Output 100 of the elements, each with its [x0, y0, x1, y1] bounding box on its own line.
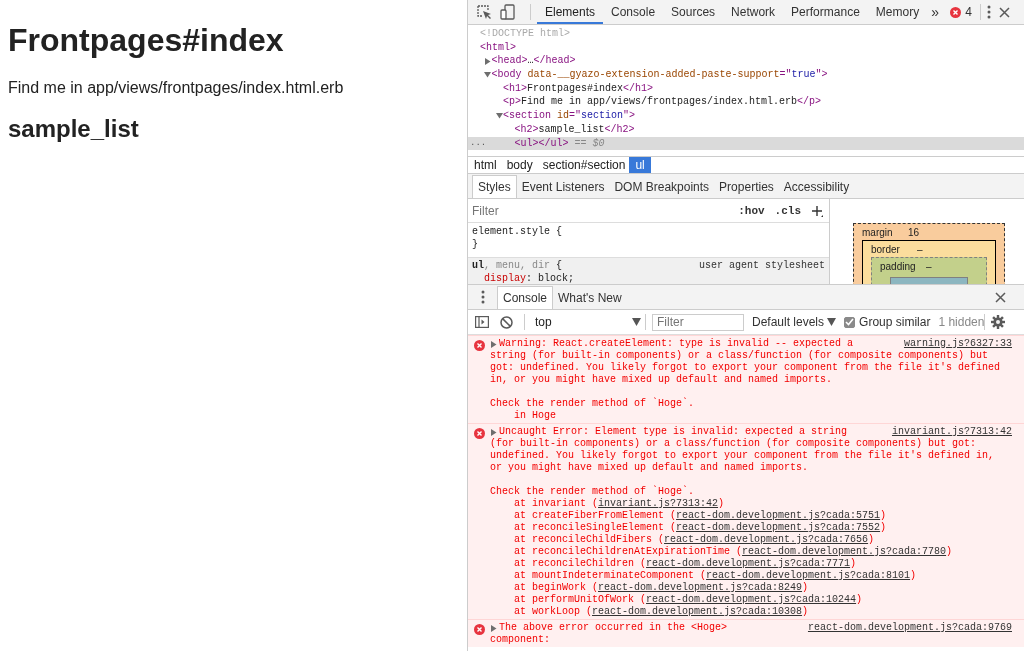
settings-icon[interactable] [991, 315, 1006, 329]
error-count[interactable]: 4 [965, 5, 972, 19]
box-value: – [926, 260, 932, 274]
panel-tab[interactable]: Console [603, 0, 664, 24]
source-link[interactable]: react-dom.development.js?cada:5751 [676, 510, 881, 521]
page-heading: Frontpages#index [8, 22, 285, 59]
error-icon [474, 428, 485, 439]
dom-node[interactable]: <h2>sample_list</h2> [514, 122, 635, 137]
menu-icon[interactable] [987, 5, 991, 19]
source-link[interactable]: react-dom.development.js?cada:10308 [592, 606, 803, 617]
panel-tab[interactable]: Performance [783, 0, 868, 24]
box-value: – [917, 243, 923, 257]
dom-node[interactable]: <p>Find me in app/views/frontpages/index.html.erb</p> [503, 95, 822, 110]
breadcrumb[interactable]: section#section [536, 157, 630, 173]
checkbox-label[interactable]: Group similar [859, 315, 931, 329]
box-label: border [871, 243, 901, 257]
expand-arrow-icon[interactable] [490, 624, 497, 632]
css-selector: ul, menu, dir { [472, 259, 563, 272]
dom-node[interactable]: <html> [480, 40, 516, 55]
source-link[interactable]: react-dom.development.js?cada:7656 [664, 534, 869, 545]
stack-frame: at reconcileChildrenAtExpirationTime (react-dom.development.js?cada:7780) [490, 546, 1012, 558]
message-text: string (for built-in components) or a class/function (for composite components) but got: undefined. You likely forgot to export your component from the file it's defined in, or you might have mixed up default and named imports. Check the render method of `Hoge`. in Hoge [490, 350, 1002, 422]
sidebar-tab[interactable]: Accessibility [778, 176, 855, 198]
stack-frame: at mountIndeterminateComponent (react-dom.development.js?cada:8101) [490, 570, 1012, 582]
add-icon[interactable] [811, 204, 823, 217]
class-button[interactable]: .cls [774, 204, 801, 217]
stack-frame: at createFiberFromElement (react-dom.development.js?cada:5751) [490, 510, 1012, 522]
message-text: Uncaught Error: Element type is invalid: expected a string [499, 426, 849, 438]
dom-node[interactable]: <body data-__gyazo-extension-added-paste-support="true"> [491, 68, 828, 82]
context-select[interactable]: top [531, 315, 645, 329]
source-link[interactable]: react-dom.development.js?cada:10244 [646, 594, 857, 605]
message-text: component: [490, 634, 551, 646]
panel-tab[interactable]: Sources [663, 0, 724, 24]
sidebar-tab[interactable]: Properties [714, 176, 779, 198]
levels-dropdown[interactable]: Default levels [752, 315, 837, 329]
sidebar-tab[interactable]: Styles [472, 175, 517, 198]
menu-icon[interactable] [481, 290, 485, 304]
stack-frame: at invariant (invariant.js?7313:42) [490, 498, 1012, 510]
more-tabs-button[interactable]: » [927, 0, 943, 24]
source-link[interactable]: react-dom.development.js?cada:7552 [676, 522, 881, 533]
sidebar-tab[interactable]: Event Listeners [516, 176, 610, 198]
css-selector: element.style { [472, 225, 563, 238]
dom-node[interactable]: <h1>Frontpages#index</h1> [503, 81, 654, 96]
source-link[interactable]: invariant.js?7313:42 [891, 426, 1012, 438]
sidebar-icon[interactable] [475, 316, 489, 328]
source-link[interactable]: invariant.js?7313:42 [598, 498, 719, 509]
caret-icon [632, 318, 641, 326]
css-declaration: } [472, 238, 479, 251]
dom-node[interactable]: <section id="section"> [503, 109, 636, 123]
breadcrumb[interactable]: body [500, 157, 537, 173]
panel-tab[interactable]: Network [723, 0, 784, 24]
filter-field[interactable]: Filter [472, 203, 739, 218]
source-link[interactable]: react-dom.development.js?cada:9769 [807, 622, 1012, 634]
more-options-button[interactable]: ... [470, 136, 487, 151]
source-link[interactable]: react-dom.development.js?cada:7771 [646, 558, 851, 569]
clear-icon[interactable] [500, 315, 513, 329]
page-paragraph: Find me in app/views/frontpages/index.html.erb [8, 79, 345, 97]
box-label: padding [880, 260, 917, 274]
panel-tab[interactable]: Elements [537, 0, 604, 24]
expand-arrow-icon[interactable] [484, 71, 491, 79]
stack-frame: at reconcileChildren (react-dom.development.js?cada:7771) [490, 558, 1012, 570]
panel-tab[interactable]: Memory [867, 0, 928, 24]
stack-frame: at reconcileSingleElement (react-dom.development.js?cada:7552) [490, 522, 1012, 534]
source-link[interactable]: react-dom.development.js?cada:8101 [706, 570, 911, 581]
expand-arrow-icon[interactable] [484, 57, 491, 65]
expand-arrow-icon[interactable] [495, 112, 503, 120]
hover-state-button[interactable]: :hov [738, 204, 765, 217]
error-icon [474, 624, 485, 635]
sidebar-tab[interactable]: DOM Breakpoints [609, 176, 715, 198]
stack-frame: at workLoop (react-dom.development.js?cada:10308) [490, 606, 1012, 618]
box-label: margin [862, 226, 894, 240]
error-icon [474, 340, 485, 351]
caret-icon [827, 318, 837, 326]
message-text: (for built-in components) or a class/function (for composite components) but got: undefined. You likely forgot to export your component from the file it's defined in, or you might have mixed up default and named imports. Check the render method of `Hoge`. [490, 438, 996, 498]
source-link[interactable]: react-dom.development.js?cada:8249 [598, 582, 803, 593]
error-icon [950, 6, 962, 18]
page-subheading: sample_list [8, 115, 140, 143]
source-link[interactable]: react-dom.development.js?cada:7780 [742, 546, 947, 557]
hidden-count: 1 hidden [938, 315, 985, 329]
css-declaration: display: block; [483, 272, 576, 284]
message-text: The above error occurred in the <Hoge> [499, 622, 729, 634]
checkbox[interactable] [844, 316, 856, 328]
inspect-icon[interactable] [476, 4, 492, 20]
expand-arrow-icon[interactable] [490, 340, 497, 348]
drawer-tab[interactable]: What's New [553, 287, 627, 309]
expand-arrow-icon[interactable] [490, 428, 497, 436]
stack-frame: at reconcileChildFibers (react-dom.development.js?cada:7656) [490, 534, 1012, 546]
stack-frame: at performUnitOfWork (react-dom.development.js?cada:10244) [490, 594, 1012, 606]
drawer-tab[interactable]: Console [497, 286, 554, 309]
filter-field[interactable]: Filter [652, 313, 744, 331]
rule-source: user agent stylesheet [698, 259, 825, 272]
close-icon[interactable] [995, 291, 1006, 303]
close-icon[interactable] [999, 6, 1010, 18]
device-icon[interactable] [500, 4, 516, 20]
breadcrumb[interactable]: ul [629, 157, 651, 173]
source-link[interactable]: warning.js?6327:33 [903, 338, 1012, 350]
dom-node[interactable]: <ul></ul> == $0 [514, 136, 605, 151]
dom-node[interactable]: <head>…</head> [491, 54, 576, 69]
breadcrumb[interactable]: html [468, 157, 501, 173]
box-value: 16 [908, 226, 920, 240]
